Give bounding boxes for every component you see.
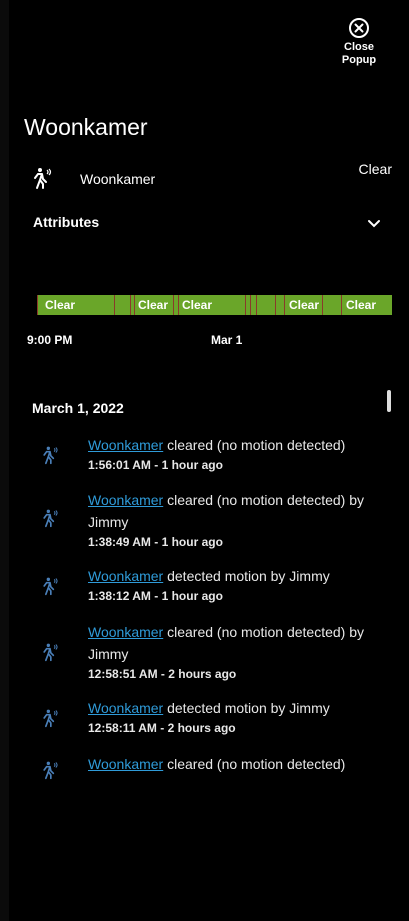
close-icon — [349, 18, 369, 38]
entity-state: Clear — [358, 161, 392, 177]
timeline-label: Clear — [289, 298, 320, 312]
entity-link[interactable]: Woonkamer — [88, 624, 163, 640]
logbook-entry-text: Woonkamer cleared (no motion detected) b… — [88, 492, 364, 530]
logbook-entry-time: 12:58:51 AM - 2 hours ago — [88, 667, 237, 681]
timeline-segment-border — [178, 295, 179, 315]
logbook-entry-text: Woonkamer detected motion by Jimmy — [88, 700, 330, 716]
close-popup-label-1: Close — [344, 41, 374, 53]
motion-sensor-icon — [43, 509, 58, 528]
motion-sensor-icon — [43, 643, 58, 662]
timeline-segment-border — [173, 295, 174, 315]
logbook-entry-time: 12:58:11 AM - 2 hours ago — [88, 721, 236, 735]
timeline-segment-border — [322, 295, 323, 315]
entity-link[interactable]: Woonkamer — [88, 700, 163, 716]
timeline-segment-border — [245, 295, 246, 315]
logbook-entry-text: Woonkamer detected motion by Jimmy — [88, 568, 330, 584]
logbook-entry-time: 1:38:49 AM - 1 hour ago — [88, 535, 223, 549]
timeline-axis-label: 9:00 PM — [27, 333, 73, 347]
attributes-label: Attributes — [33, 214, 100, 230]
motion-sensor-icon — [43, 761, 58, 780]
logbook-date-header: March 1, 2022 — [32, 400, 124, 416]
timeline-segment-border — [256, 295, 257, 315]
motion-sensor-icon — [34, 168, 52, 189]
timeline-label: Clear — [138, 298, 169, 312]
entity-name: Woonkamer — [80, 171, 156, 187]
close-popup-label-2: Popup — [341, 54, 377, 66]
timeline-segment-border — [341, 295, 342, 315]
timeline-segment-border — [37, 295, 38, 315]
timeline-label: Clear — [182, 298, 213, 312]
timeline-axis-label: Mar 1 — [211, 333, 243, 347]
timeline-segment-border — [275, 295, 276, 315]
popup-title: Woonkamer — [24, 114, 148, 140]
logbook-entry-text: Woonkamer cleared (no motion detected) b… — [88, 624, 364, 662]
logbook-entry-text: Woonkamer cleared (no motion detected) — [88, 756, 346, 772]
motion-sensor-icon — [43, 577, 58, 596]
timeline-segment-border — [250, 295, 251, 315]
attributes-expander[interactable]: Attributes — [33, 214, 385, 236]
background-sidebar — [0, 0, 9, 921]
entity-link[interactable]: Woonkamer — [88, 756, 163, 772]
history-timeline[interactable]: Clear Clear Clear Clear Clear — [37, 295, 392, 315]
entity-link[interactable]: Woonkamer — [88, 492, 163, 508]
logbook-scrollbar[interactable] — [387, 390, 391, 412]
entity-link[interactable]: Woonkamer — [88, 568, 163, 584]
logbook-entry-time: 1:38:12 AM - 1 hour ago — [88, 589, 223, 603]
logbook-entry-text: Woonkamer cleared (no motion detected) — [88, 437, 346, 453]
timeline-segment-border — [284, 295, 285, 315]
timeline-label: Clear — [45, 298, 76, 312]
entity-link[interactable]: Woonkamer — [88, 437, 163, 453]
motion-sensor-icon — [43, 709, 58, 728]
entity-row[interactable]: Woonkamer Clear — [30, 161, 392, 196]
timeline-segment-border — [114, 295, 115, 315]
timeline-segment-border — [134, 295, 135, 315]
logbook-entry-time: 1:56:01 AM - 1 hour ago — [88, 458, 223, 472]
timeline-label: Clear — [346, 298, 377, 312]
timeline-segment-border — [130, 295, 131, 315]
chevron-down-icon — [368, 220, 380, 228]
motion-sensor-icon — [43, 446, 58, 465]
close-popup-button[interactable]: Close Popup — [336, 17, 382, 67]
